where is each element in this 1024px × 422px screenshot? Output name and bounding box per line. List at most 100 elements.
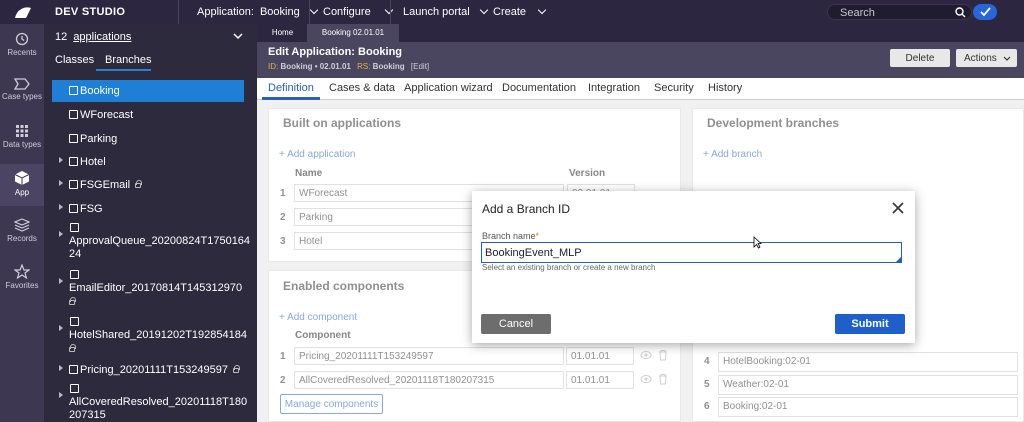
search-icon[interactable]: [955, 7, 966, 18]
check-icon: [980, 7, 991, 17]
tab-classes[interactable]: Classes: [55, 54, 94, 66]
tab-documentation[interactable]: Documentation: [502, 82, 576, 94]
chevron-down-icon: [384, 5, 394, 15]
create-menu[interactable]: Create: [493, 5, 547, 18]
tab-security[interactable]: Security: [654, 82, 694, 94]
cube-icon: [69, 180, 78, 189]
application-count[interactable]: 12 applications: [55, 31, 131, 43]
expand-arrow-icon[interactable]: [59, 365, 63, 371]
dialog-title: Add a Branch ID: [482, 202, 571, 216]
list-item[interactable]: Hotel: [44, 150, 257, 172]
list-item[interactable]: ApprovalQueue_20200824T1750164 24: [44, 220, 257, 260]
branch-name-input[interactable]: [481, 242, 902, 263]
chevron-down-icon: [1003, 56, 1011, 61]
cube-icon: [70, 270, 79, 279]
item-label: ApprovalQueue_20200824T1750164: [69, 235, 251, 247]
cube-icon: [69, 204, 78, 213]
chevron-down-icon: [309, 5, 319, 15]
cube-icon: [69, 86, 78, 95]
expand-arrow-icon[interactable]: [59, 278, 63, 284]
configure-menu[interactable]: Configure: [323, 5, 394, 18]
cube-icon: [69, 134, 78, 143]
item-label: AllCoveredResolved_20201118T180: [69, 396, 248, 408]
list-item[interactable]: Booking: [52, 80, 244, 102]
cube-icon: [70, 384, 79, 393]
stack-icon: [14, 218, 30, 232]
left-rail: Recents Case types Data types App Record…: [0, 24, 44, 422]
configure-label: Configure: [323, 6, 371, 18]
tab-cases-data[interactable]: Cases & data: [329, 82, 395, 94]
rail-item-favorites[interactable]: Favorites: [0, 264, 44, 298]
autocomplete-corner-icon: [896, 257, 901, 262]
rail-item-app[interactable]: App: [0, 164, 44, 206]
expand-arrow-icon[interactable]: [59, 325, 63, 331]
list-item[interactable]: FSG: [44, 197, 257, 219]
tab-history[interactable]: History: [708, 82, 742, 94]
cube-icon: [69, 365, 78, 374]
rs-value: Booking: [372, 62, 405, 71]
list-item[interactable]: EmailEditor_20170814T145312970: [44, 267, 257, 313]
cube-icon: [69, 110, 78, 119]
item-label-continued: 207315: [69, 409, 106, 421]
application-menu[interactable]: Application: Booking: [197, 5, 319, 18]
cube-icon: [70, 317, 79, 326]
submit-button[interactable]: Submit: [835, 314, 905, 334]
expand-arrow-icon[interactable]: [59, 231, 63, 237]
tab-booking[interactable]: Booking 02.01.01: [307, 24, 399, 42]
clock-icon: [15, 32, 29, 46]
expand-arrow-icon[interactable]: [59, 180, 63, 186]
list-item[interactable]: Parking: [44, 127, 257, 149]
tab-integration[interactable]: Integration: [588, 82, 640, 94]
active-tab-indicator: [96, 69, 151, 71]
tab-definition[interactable]: Definition: [268, 82, 314, 94]
application-value: Booking: [259, 6, 300, 18]
divider: [390, 0, 391, 24]
chevron-down-icon: [479, 5, 488, 15]
expand-arrow-icon[interactable]: [59, 204, 63, 210]
create-label: Create: [493, 6, 527, 18]
add-branch-dialog: Add a Branch ID Branch name* Select an e…: [472, 191, 915, 343]
rail-item-case-types[interactable]: Case types: [0, 78, 44, 112]
item-label: HotelShared_20191202T192854184: [69, 329, 247, 341]
list-item[interactable]: WForecast: [44, 103, 257, 125]
edit-link[interactable]: [Edit]: [411, 62, 429, 71]
cancel-button[interactable]: Cancel: [481, 314, 551, 334]
rail-label: Case types: [1, 92, 43, 101]
rail-label: Recents: [7, 48, 37, 57]
page-title: Edit Application: Booking: [268, 46, 403, 58]
rail-item-records[interactable]: Records: [0, 218, 44, 252]
rail-item-data-types[interactable]: Data types: [0, 124, 44, 158]
top-bar: DEV STUDIO Application: Booking Configur…: [0, 0, 1024, 24]
search-submit-button[interactable]: [973, 4, 997, 20]
id-label: ID:: [268, 62, 279, 71]
chevron-down-icon[interactable]: [233, 33, 243, 40]
tab-home[interactable]: Home: [264, 24, 301, 42]
cube-icon: [14, 171, 30, 185]
workspace-tab-strip: Home Booking 02.01.01: [257, 24, 1024, 42]
tab-branches[interactable]: Branches: [105, 54, 151, 66]
list-item[interactable]: Pricing_20201111T153249597: [44, 358, 257, 380]
rail-item-recents[interactable]: Recents: [0, 32, 44, 66]
launch-portal-menu[interactable]: Launch portal: [403, 5, 488, 18]
expand-arrow-icon[interactable]: [59, 157, 63, 163]
tab-application-wizard[interactable]: Application wizard: [404, 82, 493, 94]
search-input[interactable]: [840, 6, 950, 19]
list-item[interactable]: FSGEmail: [44, 173, 257, 195]
rail-label: App: [14, 188, 30, 197]
actions-button[interactable]: Actions: [956, 49, 1017, 67]
item-label: FSG: [80, 203, 103, 215]
list-item[interactable]: HotelShared_20191202T192854184: [44, 314, 257, 360]
rule-meta: ID: Booking • 02.01.01 RS: Booking [Edit…: [268, 62, 429, 71]
list-item[interactable]: AllCoveredResolved_20201118T180 207315: [44, 381, 257, 421]
brand-label: DEV STUDIO: [55, 6, 126, 18]
close-icon[interactable]: [891, 201, 905, 215]
rail-label: Data types: [2, 140, 42, 149]
applications-link[interactable]: applications: [73, 31, 131, 43]
grid-icon: [16, 125, 28, 137]
cube-icon: [69, 157, 78, 166]
item-label: Parking: [80, 133, 118, 145]
expand-arrow-icon[interactable]: [59, 392, 63, 398]
delete-button[interactable]: Delete: [890, 49, 950, 67]
item-label: EmailEditor_20170814T145312970: [69, 282, 243, 294]
required-mark: *: [535, 231, 540, 241]
